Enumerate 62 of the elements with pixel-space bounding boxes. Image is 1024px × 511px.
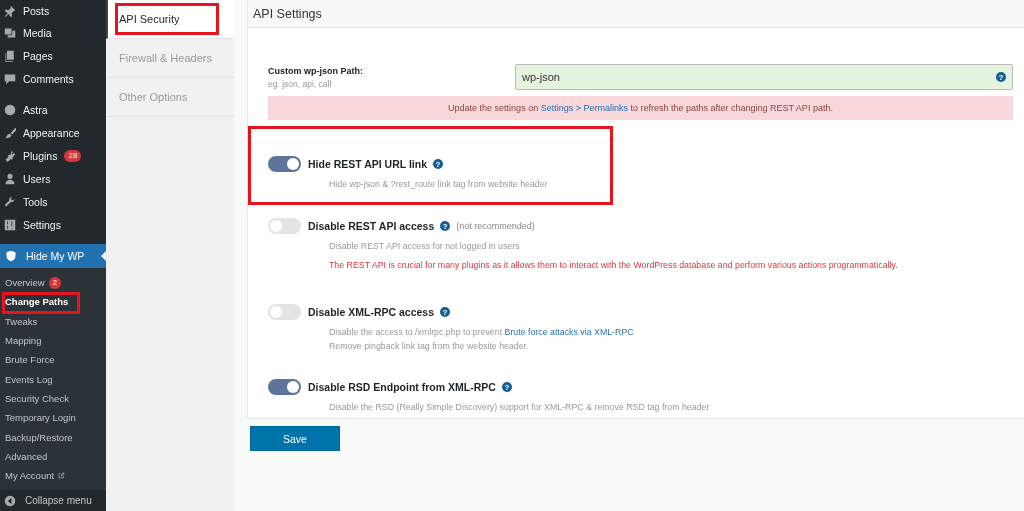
menu-item[interactable]: Media xyxy=(23,26,52,39)
option-title: Disable RSD Endpoint from XML-RPC xyxy=(308,381,496,393)
comment-icon xyxy=(4,72,16,85)
submenu-item[interactable]: Events Log xyxy=(5,373,53,385)
toggle-switch[interactable] xyxy=(268,156,301,172)
field-hint: eg. json, api, call xyxy=(268,78,333,89)
count-badge: 28 xyxy=(64,149,82,162)
pages-icon xyxy=(4,49,16,62)
option-note: (not recommended) xyxy=(456,221,535,231)
user-icon xyxy=(4,172,16,185)
submenu-item[interactable]: Tweaks xyxy=(5,315,38,327)
option-title: Hide REST API URL link xyxy=(308,158,428,170)
submenu-item[interactable]: Temporary Login xyxy=(5,412,76,424)
settings-link[interactable]: Settings > Permalinks xyxy=(540,103,628,113)
path-input-field[interactable]: wp-json ? xyxy=(515,64,1013,90)
save-button[interactable]: Save xyxy=(250,426,340,451)
submenu-item[interactable]: Mapping xyxy=(5,335,42,347)
option-description: Disable the RSD (Really Simple Discovery) support for XML-RPC & remove RSD tag from header xyxy=(328,402,711,413)
submenu-item[interactable]: Change Paths xyxy=(5,296,69,308)
notice-text: Update the settings on Settings > Permalinks to refresh the paths after changing REST API path. xyxy=(448,103,833,113)
help-icon[interactable]: ? xyxy=(501,382,512,392)
menu-item[interactable]: Pages xyxy=(23,49,53,62)
media-icon xyxy=(4,26,16,39)
submenu-item[interactable]: My Account xyxy=(5,470,55,482)
option-description: The REST API is crucial for many plugins as it allows them to interact with the WordPress database and perform various actions programmatically. xyxy=(328,260,899,271)
help-icon[interactable]: ? xyxy=(433,159,444,169)
brush-icon xyxy=(4,126,16,139)
shield-icon xyxy=(5,250,17,262)
help-icon[interactable]: ? xyxy=(440,307,451,317)
option-description: Disable REST API access for not logged in users xyxy=(328,241,521,252)
panel-title: API Settings xyxy=(253,6,322,21)
menu-item[interactable]: Posts xyxy=(23,4,50,17)
submenu-item[interactable]: Backup/Restore xyxy=(5,431,73,443)
menu-item[interactable]: Astra xyxy=(23,103,48,116)
wrench-icon xyxy=(4,195,16,208)
menu-item[interactable]: Users xyxy=(23,172,51,185)
help-icon[interactable]: ? xyxy=(440,221,451,231)
submenu-item[interactable]: Brute Force xyxy=(5,354,55,366)
menu-item[interactable]: Tools xyxy=(23,195,48,208)
option-description: Remove pingback link tag from the website header. xyxy=(328,341,530,352)
description-link[interactable]: Brute force attacks via XML-RPC xyxy=(504,327,634,337)
count-badge: 2 xyxy=(48,276,62,289)
help-icon[interactable]: ? xyxy=(996,72,1006,82)
option-description: Disable the access to /xmlrpc.php to prevent Brute force attacks via XML-RPC xyxy=(328,327,635,338)
submenu-item[interactable]: Overview xyxy=(5,277,45,289)
menu-item[interactable]: Comments xyxy=(23,72,74,85)
option-title: Disable XML-RPC access xyxy=(308,306,435,318)
toggle-switch[interactable] xyxy=(268,304,301,320)
option-description: Hide wp-json & ?rest_route link tag from website header xyxy=(328,179,549,190)
menu-item[interactable]: Settings xyxy=(23,218,61,231)
settings-icon xyxy=(4,218,16,231)
submenu-item[interactable]: Security Check xyxy=(5,392,69,404)
collapse-icon xyxy=(4,494,16,507)
pin-icon xyxy=(4,4,16,17)
menu-item[interactable]: Plugins xyxy=(23,149,58,162)
menu-item[interactable]: Appearance xyxy=(23,126,80,139)
option-title: Disable REST API access xyxy=(308,220,435,232)
toggle-switch[interactable] xyxy=(268,218,301,234)
field-label: Custom wp-json Path: xyxy=(268,65,364,76)
submenu-item[interactable]: Advanced xyxy=(5,450,48,462)
toggle-switch[interactable] xyxy=(268,379,301,395)
current-menu-item[interactable]: Hide My WP xyxy=(0,244,106,268)
